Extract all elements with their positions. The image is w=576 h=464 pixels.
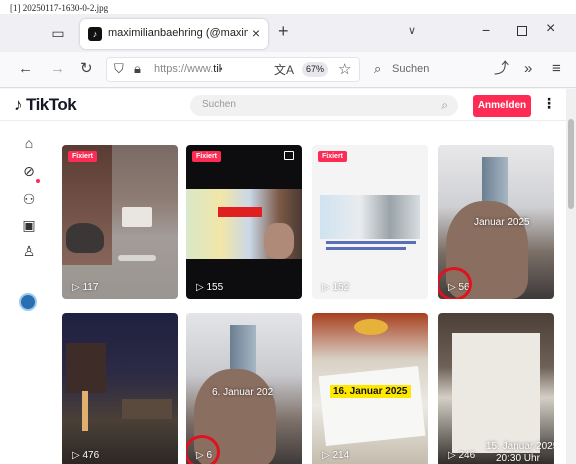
tiktok-page: ♪ TikTok Suchen ⌕ Anmelden ⋮ ⌂ ⊘ ⚇ ▣ ♙ Fi… [0, 89, 566, 464]
tab-close-icon[interactable]: × [252, 25, 260, 41]
view-count: ▷ 214 [322, 450, 350, 461]
video-overlay-text: 6. Januar 202 [212, 387, 274, 398]
forward-button[interactable]: → [50, 60, 65, 78]
tab-title: maximilianbaehring (@maximil [108, 27, 248, 39]
text-line-shape [326, 241, 416, 244]
receipt-shape [318, 365, 426, 447]
back-button[interactable]: ← [18, 60, 33, 78]
search-placeholder: Suchen [202, 99, 236, 110]
tab-tiktok[interactable]: ♪ maximilianbaehring (@maximil × [80, 19, 268, 49]
video-card-3[interactable]: Fixiert ▷ 152 [312, 145, 428, 299]
lamp-shape [354, 319, 388, 335]
minimize-button[interactable]: − [482, 22, 490, 38]
tiktok-header: ♪ TikTok Suchen ⌕ Anmelden ⋮ [0, 89, 566, 121]
video-overlay-time: 20:30 Uhr [496, 453, 540, 464]
view-count: ▷ 476 [72, 450, 100, 461]
video-card-2[interactable]: Fixiert ▷ 155 [186, 145, 302, 299]
tiktok-search-input[interactable]: Suchen ⌕ [190, 95, 458, 116]
tiktok-note-icon: ♪ [14, 95, 23, 114]
tab-list-menu-icon[interactable]: ∨ [408, 24, 416, 37]
document-image [320, 195, 420, 239]
tiktok-logo[interactable]: ♪ TikTok [14, 95, 77, 115]
lock-icon[interactable]: 🔒︎ [134, 61, 141, 77]
login-button[interactable]: Anmelden [473, 95, 531, 117]
table-shape [118, 255, 156, 261]
search-icon[interactable]: ⌕ [441, 98, 448, 113]
view-count: ▷ 155 [196, 282, 224, 293]
close-window-button[interactable]: × [546, 20, 555, 38]
van-shape [122, 207, 152, 227]
page-scrollbar[interactable] [566, 89, 576, 464]
pinned-badge: Fixiert [318, 151, 348, 162]
annotation-circle [186, 435, 220, 464]
live-icon[interactable]: ▣ [20, 217, 38, 234]
home-icon[interactable]: ⌂ [20, 135, 38, 151]
tram-shape [122, 399, 172, 419]
video-card-5[interactable]: ▷ 476 [62, 313, 178, 464]
view-count: ▷ 117 [72, 282, 99, 293]
tab-bar: ▭ ♪ maximilianbaehring (@maximil × + ∨ −… [0, 14, 576, 52]
image-caption: [1] 20250117-1630-0-2.jpg [10, 3, 109, 13]
view-count: ▷ 246 [448, 450, 476, 461]
building-shape [66, 343, 106, 393]
explore-icon[interactable]: ⊘ [20, 163, 38, 180]
video-card-1[interactable]: Fixiert ▷ 117 [62, 145, 178, 299]
photo-mode-icon [284, 151, 294, 160]
sculpture-shape [66, 223, 104, 253]
more-menu-icon[interactable]: ⋮ [542, 95, 556, 112]
navigation-bar: ← → ↻ ⛉ 🔒︎ https://www.tiktok.c 文A 67% ☆… [0, 52, 576, 88]
shield-icon[interactable]: ⛉ [114, 61, 124, 77]
url-text[interactable]: https://www.tiktok.c [154, 63, 222, 75]
explore-notification-dot [36, 179, 40, 183]
tab-list-icon[interactable]: ▭ [50, 25, 66, 41]
red-label-shape [218, 207, 262, 217]
avatar[interactable] [19, 293, 37, 311]
text-line-shape [326, 247, 406, 250]
pinned-badge: Fixiert [192, 151, 222, 162]
video-card-7[interactable]: 16. Januar 2025 ▷ 214 [312, 313, 428, 464]
video-card-6[interactable]: 6. Januar 202 ▷ 6 [186, 313, 302, 464]
bookmark-star-icon[interactable]: ☆ [338, 60, 351, 78]
maximize-button[interactable] [517, 26, 527, 36]
search-icon: ⌕ [374, 61, 382, 76]
pinned-badge: Fixiert [68, 151, 98, 162]
overflow-menu-icon[interactable]: » [524, 60, 532, 78]
tiktok-sidebar: ⌂ ⊘ ⚇ ▣ ♙ [0, 121, 56, 464]
zoom-level-badge[interactable]: 67% [302, 62, 329, 77]
face-shape [264, 223, 294, 259]
extensions-icon[interactable]: ⤴ [494, 60, 509, 78]
video-card-4[interactable]: Januar 2025 ▷ 56 [438, 145, 554, 299]
street-light-shape [82, 391, 88, 431]
view-count: ▷ 152 [322, 282, 350, 293]
address-bar[interactable]: ⛉ 🔒︎ https://www.tiktok.c 文A 67% ☆ [106, 57, 360, 82]
video-card-8[interactable]: 15. Januar 2025 20:30 Uhr ▷ 246 [438, 313, 554, 464]
following-icon[interactable]: ⚇ [20, 191, 38, 208]
video-overlay-text: Januar 2025 [474, 217, 530, 228]
translate-icon[interactable]: 文A [274, 61, 294, 78]
tiktok-favicon-icon: ♪ [88, 27, 102, 41]
profile-icon[interactable]: ♙ [20, 243, 38, 260]
reload-button[interactable]: ↻ [80, 60, 93, 78]
scrollbar-thumb[interactable] [568, 119, 574, 209]
video-overlay-text: 15. Januar 2025 [486, 441, 554, 452]
receipt-shape [452, 333, 540, 453]
new-tab-button[interactable]: + [278, 21, 289, 42]
search-label: Suchen [392, 63, 430, 75]
video-overlay-text: 16. Januar 2025 [330, 385, 411, 398]
browser-search-box[interactable]: ⌕ Suchen [366, 57, 466, 82]
annotation-circle [438, 267, 472, 299]
app-menu-icon[interactable]: ≡ [552, 60, 561, 78]
